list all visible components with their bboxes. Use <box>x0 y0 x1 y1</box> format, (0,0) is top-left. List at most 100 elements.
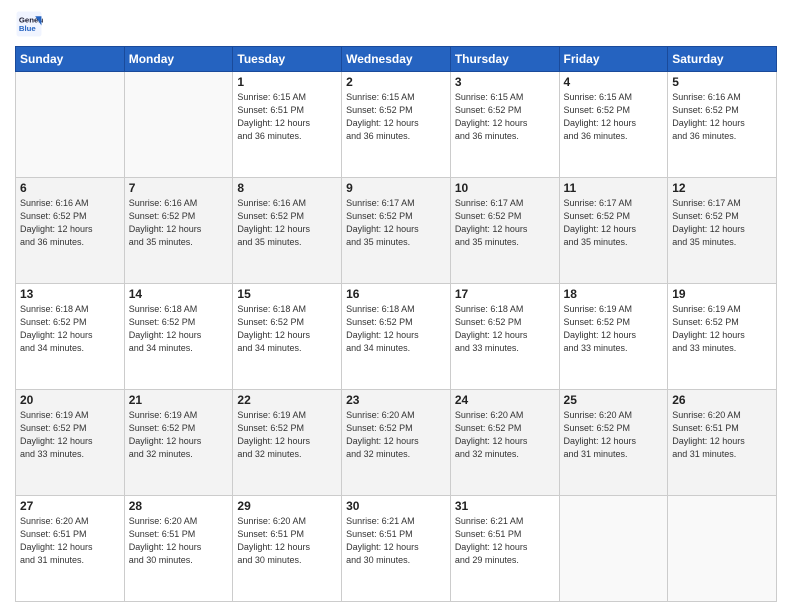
calendar-cell: 13 Sunrise: 6:18 AM Sunset: 6:52 PM Dayli… <box>16 284 125 390</box>
weekday-header-saturday: Saturday <box>668 47 777 72</box>
calendar-cell: 5Sunrise: 6:16 AM Sunset: 6:52 PM Daylig… <box>668 72 777 178</box>
day-info: Sunrise: 6:17 AM Sunset: 6:52 PM Dayligh… <box>455 197 555 249</box>
calendar-cell: 26 Sunrise: 6:20 AM Sunset: 6:51 PM Dayli… <box>668 390 777 496</box>
calendar-cell: 14 Sunrise: 6:18 AM Sunset: 6:52 PM Dayli… <box>124 284 233 390</box>
calendar-cell: 17 Sunrise: 6:18 AM Sunset: 6:52 PM Dayli… <box>450 284 559 390</box>
day-info: Sunrise: 6:15 AM Sunset: 6:52 PM Dayligh… <box>455 91 555 143</box>
day-info: Sunrise: 6:15 AM Sunset: 6:52 PM Dayligh… <box>346 91 446 143</box>
calendar-cell: 9 Sunrise: 6:17 AM Sunset: 6:52 PM Daylig… <box>342 178 451 284</box>
day-number: 13 <box>20 287 120 301</box>
day-number: 30 <box>346 499 446 513</box>
calendar-cell: 7 Sunrise: 6:16 AM Sunset: 6:52 PM Daylig… <box>124 178 233 284</box>
day-info: Sunrise: 6:15 AM Sunset: 6:52 PM Dayligh… <box>564 91 664 143</box>
day-number: 21 <box>129 393 229 407</box>
day-info: Sunrise: 6:18 AM Sunset: 6:52 PM Dayligh… <box>455 303 555 355</box>
calendar-cell: 21 Sunrise: 6:19 AM Sunset: 6:52 PM Dayli… <box>124 390 233 496</box>
page: General Blue SundayMondayTuesdayWednesda… <box>0 0 792 612</box>
day-number: 27 <box>20 499 120 513</box>
calendar-cell: 1 Sunrise: 6:15 AM Sunset: 6:51 PM Daylig… <box>233 72 342 178</box>
calendar-cell: 2Sunrise: 6:15 AM Sunset: 6:52 PM Daylig… <box>342 72 451 178</box>
calendar-cell: 19 Sunrise: 6:19 AM Sunset: 6:52 PM Dayli… <box>668 284 777 390</box>
logo: General Blue <box>15 10 49 38</box>
day-number: 16 <box>346 287 446 301</box>
svg-text:Blue: Blue <box>19 24 37 33</box>
calendar-cell: 29 Sunrise: 6:20 AM Sunset: 6:51 PM Dayli… <box>233 496 342 602</box>
day-info: Sunrise: 6:19 AM Sunset: 6:52 PM Dayligh… <box>129 409 229 461</box>
calendar-cell: 24 Sunrise: 6:20 AM Sunset: 6:52 PM Dayli… <box>450 390 559 496</box>
day-number: 10 <box>455 181 555 195</box>
day-number: 18 <box>564 287 664 301</box>
day-number: 26 <box>672 393 772 407</box>
day-info: Sunrise: 6:21 AM Sunset: 6:51 PM Dayligh… <box>346 515 446 567</box>
day-number: 15 <box>237 287 337 301</box>
day-number: 14 <box>129 287 229 301</box>
day-info: Sunrise: 6:17 AM Sunset: 6:52 PM Dayligh… <box>564 197 664 249</box>
weekday-header-friday: Friday <box>559 47 668 72</box>
weekday-header-tuesday: Tuesday <box>233 47 342 72</box>
day-number: 4 <box>564 75 664 89</box>
day-info: Sunrise: 6:18 AM Sunset: 6:52 PM Dayligh… <box>129 303 229 355</box>
day-number: 17 <box>455 287 555 301</box>
calendar-cell <box>124 72 233 178</box>
day-number: 12 <box>672 181 772 195</box>
day-info: Sunrise: 6:20 AM Sunset: 6:51 PM Dayligh… <box>237 515 337 567</box>
day-number: 6 <box>20 181 120 195</box>
day-number: 5 <box>672 75 772 89</box>
header: General Blue <box>15 10 777 38</box>
day-number: 9 <box>346 181 446 195</box>
day-info: Sunrise: 6:18 AM Sunset: 6:52 PM Dayligh… <box>346 303 446 355</box>
calendar-cell: 20Sunrise: 6:19 AM Sunset: 6:52 PM Dayli… <box>16 390 125 496</box>
day-number: 28 <box>129 499 229 513</box>
calendar-cell: 23Sunrise: 6:20 AM Sunset: 6:52 PM Dayli… <box>342 390 451 496</box>
day-number: 11 <box>564 181 664 195</box>
day-info: Sunrise: 6:18 AM Sunset: 6:52 PM Dayligh… <box>237 303 337 355</box>
logo-icon: General Blue <box>15 10 43 38</box>
calendar-cell <box>559 496 668 602</box>
day-number: 20 <box>20 393 120 407</box>
day-info: Sunrise: 6:20 AM Sunset: 6:51 PM Dayligh… <box>672 409 772 461</box>
weekday-header-sunday: Sunday <box>16 47 125 72</box>
calendar-cell: 10 Sunrise: 6:17 AM Sunset: 6:52 PM Dayli… <box>450 178 559 284</box>
day-number: 24 <box>455 393 555 407</box>
day-info: Sunrise: 6:19 AM Sunset: 6:52 PM Dayligh… <box>672 303 772 355</box>
calendar-cell: 8 Sunrise: 6:16 AM Sunset: 6:52 PM Daylig… <box>233 178 342 284</box>
day-number: 7 <box>129 181 229 195</box>
day-info: Sunrise: 6:16 AM Sunset: 6:52 PM Dayligh… <box>237 197 337 249</box>
weekday-header-wednesday: Wednesday <box>342 47 451 72</box>
calendar-cell: 11 Sunrise: 6:17 AM Sunset: 6:52 PM Dayli… <box>559 178 668 284</box>
weekday-header-thursday: Thursday <box>450 47 559 72</box>
day-number: 25 <box>564 393 664 407</box>
calendar-table: SundayMondayTuesdayWednesdayThursdayFrid… <box>15 46 777 602</box>
day-number: 31 <box>455 499 555 513</box>
day-number: 22 <box>237 393 337 407</box>
day-number: 19 <box>672 287 772 301</box>
calendar-cell: 6 Sunrise: 6:16 AM Sunset: 6:52 PM Daylig… <box>16 178 125 284</box>
calendar-cell: 12Sunrise: 6:17 AM Sunset: 6:52 PM Dayli… <box>668 178 777 284</box>
day-info: Sunrise: 6:20 AM Sunset: 6:52 PM Dayligh… <box>346 409 446 461</box>
calendar-cell <box>16 72 125 178</box>
calendar-cell: 15 Sunrise: 6:18 AM Sunset: 6:52 PM Dayli… <box>233 284 342 390</box>
calendar-cell: 22Sunrise: 6:19 AM Sunset: 6:52 PM Dayli… <box>233 390 342 496</box>
day-info: Sunrise: 6:17 AM Sunset: 6:52 PM Dayligh… <box>346 197 446 249</box>
day-info: Sunrise: 6:20 AM Sunset: 6:52 PM Dayligh… <box>564 409 664 461</box>
calendar-cell: 25 Sunrise: 6:20 AM Sunset: 6:52 PM Dayli… <box>559 390 668 496</box>
calendar-cell: 27 Sunrise: 6:20 AM Sunset: 6:51 PM Dayli… <box>16 496 125 602</box>
day-info: Sunrise: 6:16 AM Sunset: 6:52 PM Dayligh… <box>129 197 229 249</box>
day-info: Sunrise: 6:16 AM Sunset: 6:52 PM Dayligh… <box>20 197 120 249</box>
day-info: Sunrise: 6:21 AM Sunset: 6:51 PM Dayligh… <box>455 515 555 567</box>
day-number: 8 <box>237 181 337 195</box>
calendar-cell: 3 Sunrise: 6:15 AM Sunset: 6:52 PM Daylig… <box>450 72 559 178</box>
calendar-cell: 28 Sunrise: 6:20 AM Sunset: 6:51 PM Dayli… <box>124 496 233 602</box>
day-info: Sunrise: 6:18 AM Sunset: 6:52 PM Dayligh… <box>20 303 120 355</box>
day-info: Sunrise: 6:15 AM Sunset: 6:51 PM Dayligh… <box>237 91 337 143</box>
day-info: Sunrise: 6:19 AM Sunset: 6:52 PM Dayligh… <box>564 303 664 355</box>
day-number: 29 <box>237 499 337 513</box>
day-info: Sunrise: 6:20 AM Sunset: 6:51 PM Dayligh… <box>20 515 120 567</box>
calendar-cell: 31 Sunrise: 6:21 AM Sunset: 6:51 PM Dayli… <box>450 496 559 602</box>
day-info: Sunrise: 6:20 AM Sunset: 6:52 PM Dayligh… <box>455 409 555 461</box>
day-number: 1 <box>237 75 337 89</box>
weekday-header-monday: Monday <box>124 47 233 72</box>
calendar-cell <box>668 496 777 602</box>
day-number: 3 <box>455 75 555 89</box>
day-info: Sunrise: 6:20 AM Sunset: 6:51 PM Dayligh… <box>129 515 229 567</box>
